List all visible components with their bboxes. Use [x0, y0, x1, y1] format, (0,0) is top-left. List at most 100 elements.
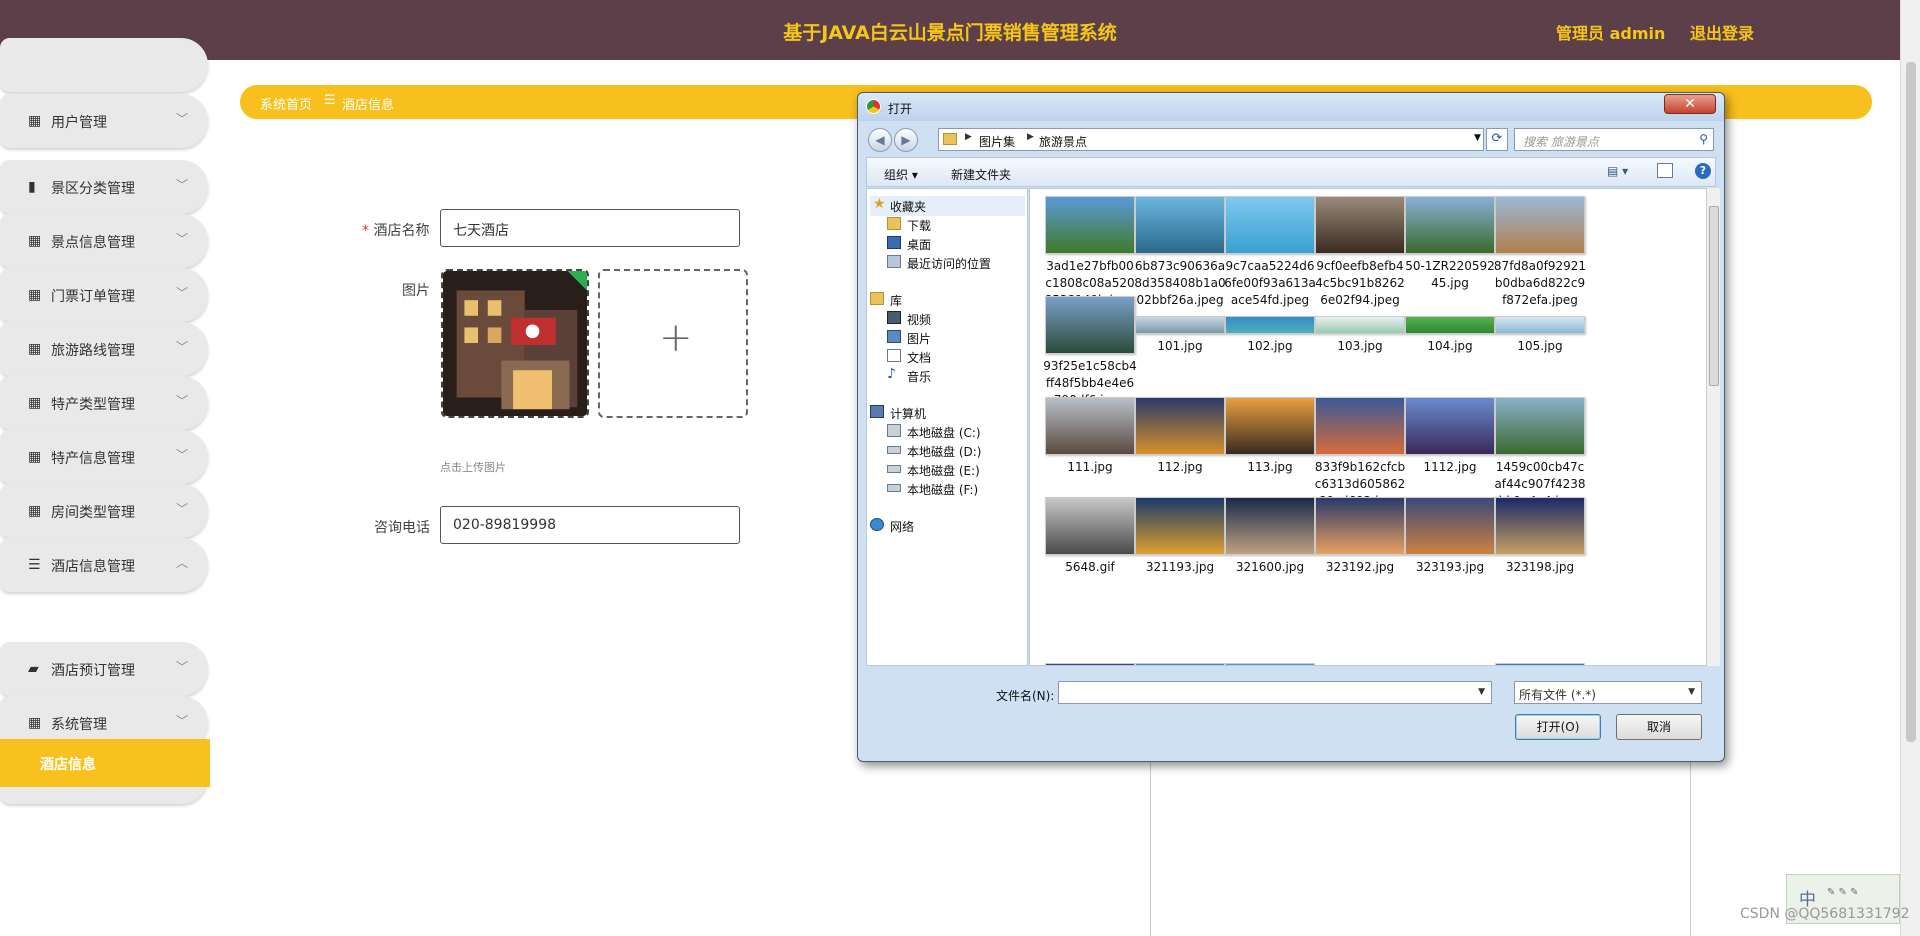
- file-item[interactable]: 9c7caa5224d66fe00f93a613aace54fd.jpeg: [1220, 196, 1320, 309]
- file-item[interactable]: 105.jpg: [1490, 296, 1590, 355]
- file-thumbnail[interactable]: [1045, 663, 1135, 665]
- plus-icon: +: [659, 315, 693, 361]
- logout-link[interactable]: 退出登录: [1690, 20, 1754, 44]
- uploaded-hotel-image[interactable]: [441, 269, 589, 418]
- nav-desktop[interactable]: 桌面: [887, 234, 1042, 254]
- chevron-down-icon: ﹀: [176, 340, 189, 354]
- address-row: ◀ ▶ ▶ 图片集 ▶ 旅游景点 ▼ ⟳ 搜索 旅游景点 ⚲: [858, 125, 1724, 155]
- nav-favorites[interactable]: ★ 收藏夹: [870, 196, 1025, 216]
- file-item[interactable]: 6b873c90636a8d358408b1a002bbf26a.jpeg: [1130, 196, 1230, 309]
- file-item[interactable]: 87fd8a0f92921b0dba6d822c9f872efa.jpeg: [1490, 196, 1590, 309]
- address-bar[interactable]: ▶ 图片集 ▶ 旅游景点 ▼: [938, 128, 1484, 151]
- sidebar-item-label: 景区分类管理: [51, 181, 135, 197]
- nav-recent[interactable]: 最近访问的位置: [887, 253, 1042, 273]
- file-item[interactable]: 321600.jpg: [1220, 497, 1320, 576]
- file-list-scrollbar-thumb[interactable]: [1709, 206, 1719, 386]
- file-list-scrollbar[interactable]: [1706, 188, 1720, 666]
- chevron-down-icon: ﹀: [176, 394, 189, 408]
- sidebar-item-label: 旅游路线管理: [51, 343, 135, 359]
- file-item[interactable]: 323198.jpg: [1490, 497, 1590, 576]
- sidebar-item[interactable]: ▦ 特产信息管理 ﹀: [0, 430, 208, 484]
- file-thumbnail: [1135, 397, 1225, 455]
- file-thumbnail[interactable]: [1225, 663, 1315, 665]
- phone-input[interactable]: 020-89819998: [440, 506, 740, 544]
- help-icon[interactable]: ?: [1695, 163, 1711, 179]
- cancel-button[interactable]: 取消: [1616, 714, 1702, 740]
- file-item[interactable]: 50-1ZR22059245.jpg: [1400, 196, 1500, 292]
- file-item[interactable]: 9cf0eefb8efb44c5bc91b82626e02f94.jpeg: [1310, 196, 1410, 309]
- sidebar-item[interactable]: ▦ 门票订单管理 ﹀: [0, 268, 208, 322]
- file-item[interactable]: 833f9b162cfcbc6313d60586289cd692.jpeg: [1310, 397, 1410, 510]
- file-item[interactable]: 321193.jpg: [1130, 497, 1230, 576]
- page-scrollbar[interactable]: [1900, 0, 1920, 936]
- dialog-close-button[interactable]: ✕: [1664, 94, 1716, 114]
- open-button[interactable]: 打开(O): [1515, 714, 1601, 740]
- hotel-name-input[interactable]: 七天酒店: [440, 209, 740, 247]
- file-item[interactable]: 93f25e1c58cb4ff48f5bb4e4e6790df6.jpeg: [1040, 296, 1140, 409]
- file-item[interactable]: 102.jpg: [1220, 296, 1320, 355]
- file-item[interactable]: 113.jpg: [1220, 397, 1320, 476]
- nav-network[interactable]: 网络: [870, 516, 1025, 536]
- nav-computer[interactable]: 计算机: [870, 403, 1025, 423]
- back-arrow-icon[interactable]: ◀: [868, 128, 892, 152]
- filetype-select[interactable]: 所有文件 (*.*) ▼: [1514, 681, 1702, 704]
- dialog-footer: 文件名(N): ▼ 所有文件 (*.*) ▼ 打开(O) 取消: [858, 669, 1724, 763]
- new-folder-button[interactable]: 新建文件夹: [951, 166, 1011, 183]
- path-segment[interactable]: 旅游景点: [1039, 133, 1087, 150]
- nav-drive-c[interactable]: 本地磁盘 (C:): [887, 422, 1042, 442]
- preview-pane-icon[interactable]: [1657, 163, 1673, 178]
- nav-library[interactable]: 库: [870, 290, 1025, 310]
- file-item[interactable]: 103.jpg: [1310, 296, 1410, 355]
- filename-input[interactable]: ▼: [1058, 681, 1492, 704]
- forward-arrow-icon[interactable]: ▶: [894, 128, 918, 152]
- nav-drive-f[interactable]: 本地磁盘 (F:): [887, 479, 1042, 499]
- page-scrollbar-thumb[interactable]: [1906, 62, 1916, 742]
- admin-user-label[interactable]: 管理员 admin: [1556, 20, 1665, 44]
- sidebar-item[interactable]: ▦ 房间类型管理 ﹀: [0, 484, 208, 538]
- path-segment[interactable]: 图片集: [979, 133, 1015, 150]
- sidebar-item[interactable]: ☰ 酒店信息管理 ︿: [0, 538, 208, 592]
- file-item[interactable]: 104.jpg: [1400, 296, 1500, 355]
- file-item[interactable]: 111.jpg: [1040, 397, 1140, 476]
- sidebar-item[interactable]: ▦ 特产类型管理 ﹀: [0, 376, 208, 430]
- nav-downloads[interactable]: 下载: [887, 215, 1042, 235]
- sidebar-item-label: 门票订单管理: [51, 289, 135, 305]
- file-item[interactable]: 5648.gif: [1040, 497, 1140, 576]
- sidebar-item[interactable]: ▦ 用户管理 ﹀: [0, 94, 208, 148]
- file-item[interactable]: 3ad1e27bfb00c1808c08a5208538140b.jpeg: [1040, 196, 1140, 309]
- upload-image-button[interactable]: +: [598, 269, 748, 418]
- dialog-titlebar[interactable]: 打开 ✕: [858, 93, 1724, 121]
- search-input[interactable]: 搜索 旅游景点 ⚲: [1514, 128, 1714, 151]
- file-thumbnail[interactable]: [1135, 663, 1225, 665]
- nav-drive-d[interactable]: 本地磁盘 (D:): [887, 441, 1042, 461]
- breadcrumb-home-link[interactable]: 系统首页: [260, 94, 312, 113]
- sidebar-item[interactable]: ▰ 酒店预订管理 ﹀: [0, 642, 208, 696]
- path-arrow-icon[interactable]: ▶: [1027, 132, 1034, 142]
- file-item[interactable]: 1112.jpg: [1400, 397, 1500, 476]
- file-item[interactable]: 323192.jpg: [1310, 497, 1410, 576]
- chevron-down-icon[interactable]: ▼: [1474, 133, 1481, 143]
- app-root: 基于JAVA白云山景点门票销售管理系统 管理员 admin 退出登录 ▦ 用户管理…: [0, 0, 1920, 936]
- nav-videos[interactable]: 视频: [887, 309, 1042, 329]
- view-options-icon[interactable]: ▤ ▾: [1607, 164, 1628, 178]
- sidebar-item-top-partial[interactable]: [0, 38, 208, 92]
- file-item[interactable]: 1459c00cb47caf44c907f4238bb1a4e4.jpeg: [1490, 397, 1590, 510]
- nav-drive-e[interactable]: 本地磁盘 (E:): [887, 460, 1042, 480]
- nav-documents[interactable]: 文档: [887, 347, 1042, 367]
- sidebar-item[interactable]: ▦ 旅游路线管理 ﹀: [0, 322, 208, 376]
- sidebar-item[interactable]: ▮ 景区分类管理 ﹀: [0, 160, 208, 214]
- nav-pictures[interactable]: 图片: [887, 328, 1042, 348]
- nav-music[interactable]: ♪ 音乐: [887, 366, 1042, 386]
- file-item[interactable]: 112.jpg: [1130, 397, 1230, 476]
- chevron-down-icon[interactable]: ▼: [1478, 687, 1485, 697]
- sidebar-subitem-hotel-info[interactable]: 酒店信息: [0, 739, 210, 787]
- sidebar-item[interactable]: ▦ 景点信息管理 ﹀: [0, 214, 208, 268]
- organize-menu[interactable]: 组织 ▾: [884, 166, 918, 183]
- file-item[interactable]: 101.jpg: [1130, 296, 1230, 355]
- file-item[interactable]: 323193.jpg: [1400, 497, 1500, 576]
- file-thumbnail[interactable]: [1495, 663, 1585, 665]
- refresh-icon[interactable]: ⟳: [1486, 128, 1508, 151]
- path-arrow-icon[interactable]: ▶: [965, 132, 972, 142]
- file-thumbnail: [1495, 196, 1585, 254]
- recent-places-icon: [887, 255, 901, 268]
